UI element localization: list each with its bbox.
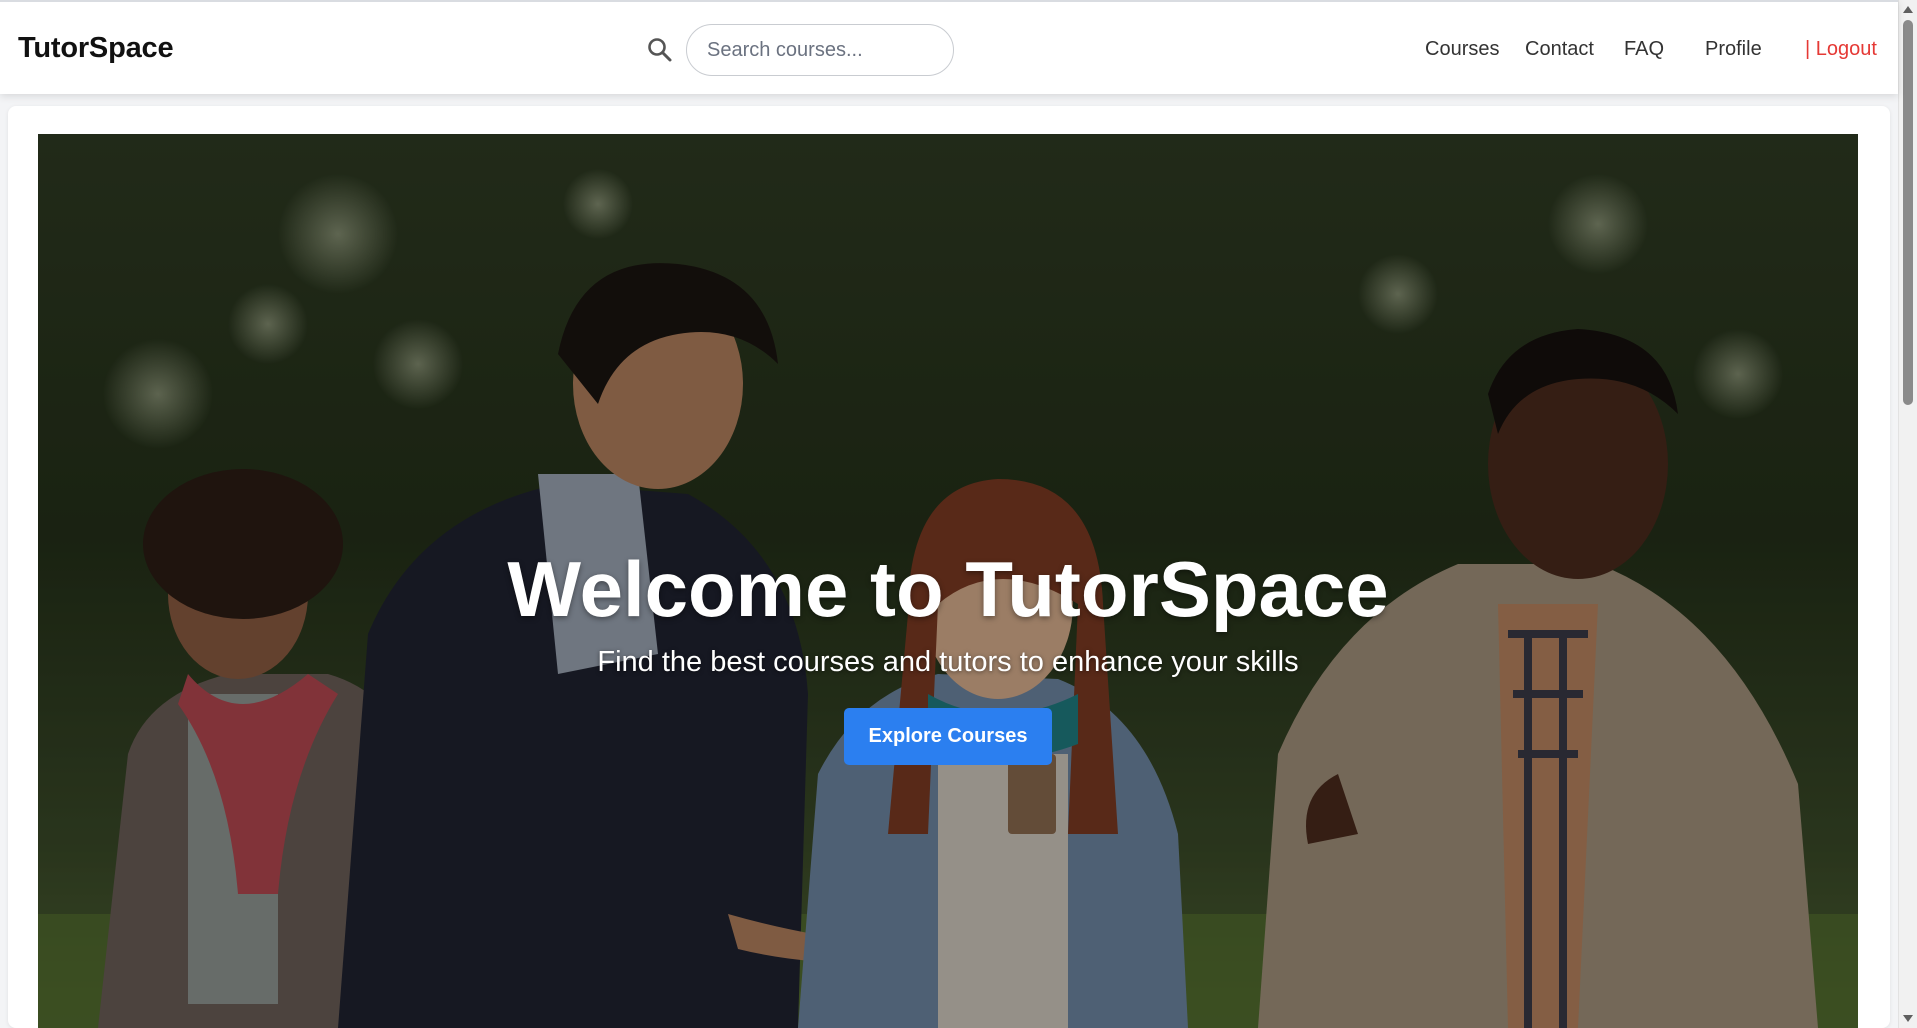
search-input[interactable] — [686, 24, 954, 76]
nav-faq-link[interactable]: FAQ — [1624, 38, 1664, 61]
hero-title: Welcome to TutorSpace — [507, 545, 1389, 633]
hero-banner: Welcome to TutorSpace Find the best cour… — [38, 134, 1858, 1028]
scroll-up-arrow-icon[interactable] — [1903, 6, 1913, 13]
nav-logout-link[interactable]: | Logout — [1805, 38, 1877, 61]
search-icon[interactable] — [646, 36, 674, 64]
scroll-down-arrow-icon[interactable] — [1903, 1015, 1913, 1022]
brand-logo[interactable]: TutorSpace — [18, 32, 174, 65]
top-navbar: TutorSpace Courses Contact FAQ Profile |… — [0, 0, 1898, 94]
nav-courses-link[interactable]: Courses — [1425, 38, 1499, 61]
page: TutorSpace Courses Contact FAQ Profile |… — [0, 0, 1917, 1028]
hero-subtitle: Find the best courses and tutors to enha… — [597, 646, 1299, 678]
vertical-scrollbar[interactable] — [1898, 0, 1917, 1028]
nav-profile-link[interactable]: Profile — [1705, 38, 1762, 61]
nav-contact-link[interactable]: Contact — [1525, 38, 1594, 61]
scrollbar-thumb[interactable] — [1903, 20, 1913, 405]
explore-courses-button[interactable]: Explore Courses — [844, 708, 1052, 765]
